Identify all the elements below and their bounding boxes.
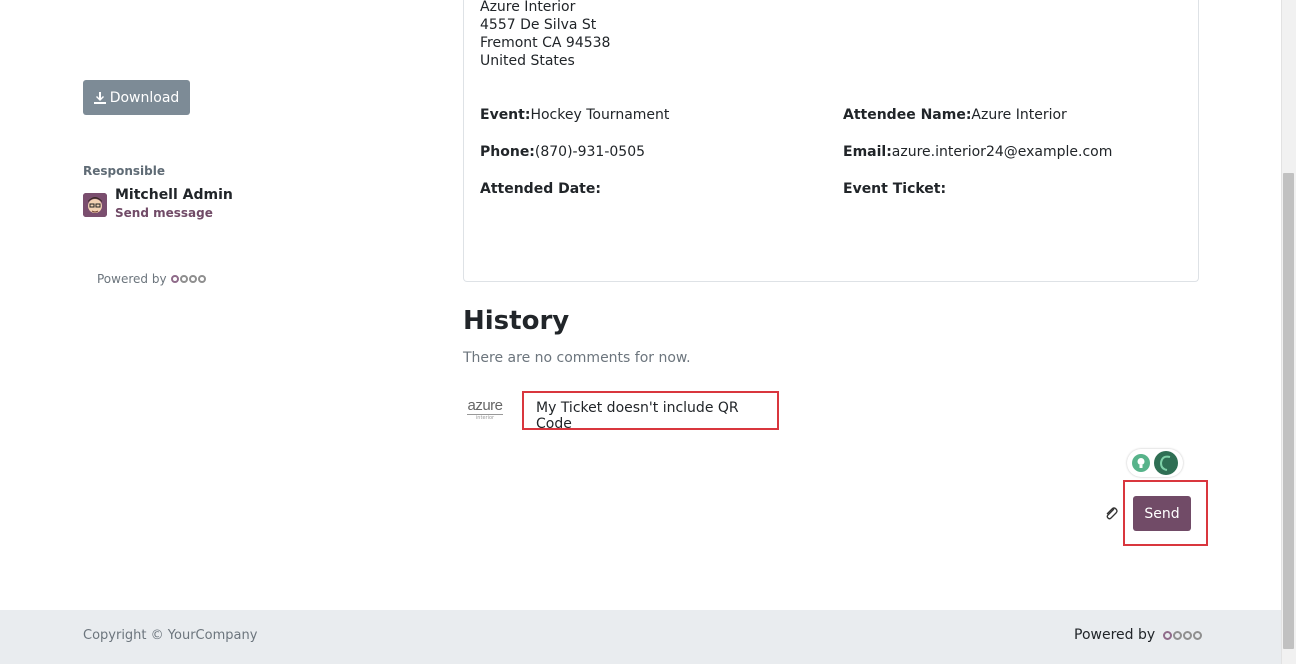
attended-date-label: Attended Date: (480, 181, 601, 197)
powered-by-sidebar: Powered by (97, 272, 206, 286)
event-ticket-field: Event Ticket: (843, 181, 946, 197)
responsible-name: Mitchell Admin (115, 187, 233, 203)
history-title: History (463, 306, 570, 336)
odoo-logo-icon[interactable] (170, 275, 206, 283)
send-button[interactable]: Send (1133, 496, 1191, 531)
attended-date-field: Attended Date: (480, 181, 601, 197)
email-field: Email:azure.interior24@example.com (843, 144, 1112, 160)
address-line: Fremont CA 94538 (480, 35, 611, 51)
phone-label: Phone: (480, 144, 535, 160)
composer-tools (1127, 449, 1183, 477)
chat-assistant-icon[interactable] (1154, 451, 1178, 475)
event-label: Event: (480, 107, 531, 123)
responsible-label: Responsible (83, 164, 165, 178)
paperclip-icon[interactable] (1103, 505, 1119, 521)
event-ticket-label: Event Ticket: (843, 181, 947, 197)
avatar (83, 193, 107, 217)
odoo-logo-icon[interactable] (1163, 630, 1203, 640)
powered-by-footer: Powered by (1074, 627, 1203, 643)
scrollbar-thumb[interactable] (1283, 173, 1294, 649)
company-avatar-text: azure (467, 397, 503, 414)
email-value: azure.interior24@example.com (891, 144, 1113, 160)
event-field: Event:Hockey Tournament (480, 107, 669, 123)
powered-by-text: Powered by (97, 272, 167, 286)
download-button[interactable]: Download (83, 80, 190, 115)
phone-value: (870)-931-0505 (534, 144, 646, 160)
download-label: Download (109, 89, 180, 106)
no-comments-text: There are no comments for now. (463, 350, 691, 366)
email-label: Email: (843, 144, 892, 160)
message-composer-input[interactable]: My Ticket doesn't include QR Code (522, 391, 779, 432)
address-line: 4557 De Silva St (480, 17, 597, 33)
company-avatar: azure interior (465, 398, 505, 426)
phone-field: Phone:(870)-931-0505 (480, 144, 645, 160)
powered-by-text: Powered by (1074, 627, 1156, 643)
send-message-link[interactable]: Send message (115, 206, 213, 220)
company-avatar-subtext: interior (475, 415, 495, 421)
attendee-name-value: Azure Interior (971, 107, 1067, 123)
attendee-name-label: Attendee Name: (843, 107, 972, 123)
attendee-name-field: Attendee Name:Azure Interior (843, 107, 1067, 123)
address-line: United States (480, 53, 575, 69)
download-icon (93, 91, 106, 104)
lightbulb-icon[interactable] (1132, 454, 1150, 472)
address-line: Azure Interior (480, 0, 576, 15)
event-value: Hockey Tournament (530, 107, 670, 123)
attendee-address: Azure Interior 4557 De Silva St Fremont … (480, 0, 610, 70)
copyright-text: Copyright © YourCompany (83, 628, 258, 643)
